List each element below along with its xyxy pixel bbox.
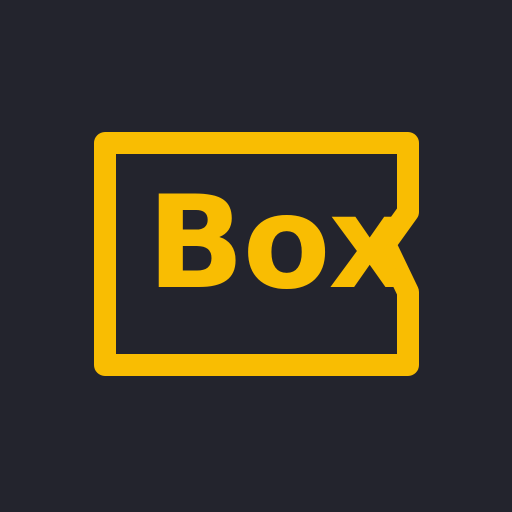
app-icon: Box (0, 0, 512, 512)
logo-wordmark: Box (147, 169, 410, 318)
box-logo: Box (0, 0, 512, 512)
